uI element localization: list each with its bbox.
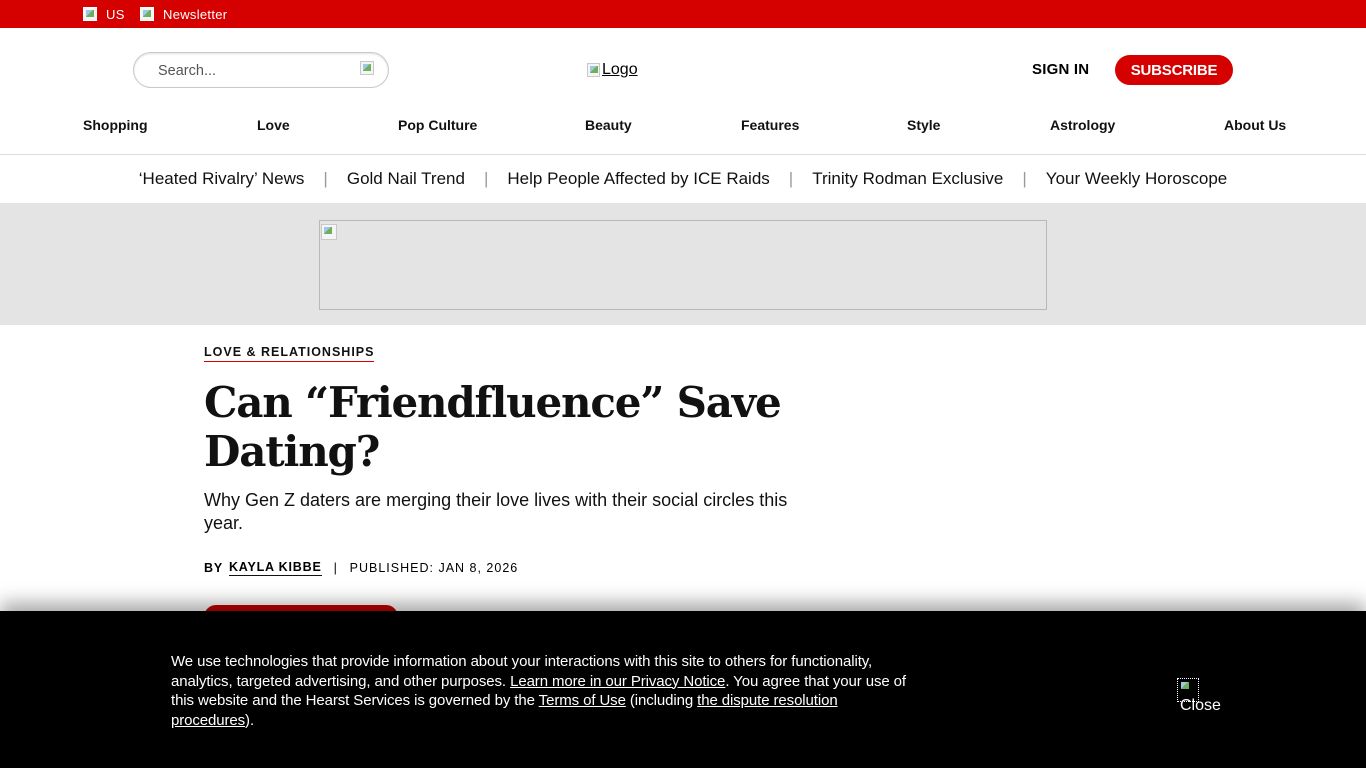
trending-separator: |: [788, 169, 794, 188]
byline-prefix: BY: [204, 561, 223, 575]
terms-of-use-link[interactable]: Terms of Use: [539, 692, 626, 709]
nav-features[interactable]: Features: [741, 117, 799, 133]
publish-date: PUBLISHED: JAN 8, 2026: [349, 561, 519, 575]
trending-link[interactable]: Your Weekly Horoscope: [1046, 169, 1227, 189]
ad-image-icon: [321, 224, 337, 240]
trending-separator: |: [323, 169, 328, 188]
newsletter-link[interactable]: Newsletter: [140, 6, 227, 22]
byline-separator: |: [333, 561, 338, 575]
search-input[interactable]: [158, 61, 348, 81]
privacy-notice-link[interactable]: Learn more in our Privacy Notice: [510, 673, 725, 690]
edition-label: US: [106, 6, 125, 22]
nav-love[interactable]: Love: [257, 117, 290, 133]
sign-in-link[interactable]: SIGN IN: [1032, 61, 1089, 78]
trending-link[interactable]: Gold Nail Trend: [347, 169, 465, 189]
trending-separator: |: [483, 169, 489, 188]
cookie-text-part: ).: [245, 711, 255, 729]
edition-selector[interactable]: US: [83, 6, 125, 22]
trending-link[interactable]: Help People Affected by ICE Raids: [507, 169, 769, 189]
author-link[interactable]: KAYLA KIBBE: [228, 560, 322, 576]
nav-about-us[interactable]: About Us: [1224, 117, 1286, 133]
subscribe-button[interactable]: SUBSCRIBE: [1115, 55, 1233, 85]
ad-band: [0, 203, 1366, 325]
article-category[interactable]: LOVE & RELATIONSHIPS: [204, 345, 375, 362]
article-headline: Can “Friendfluence” Save Dating?: [204, 378, 782, 476]
cookie-consent-banner: We use technologies that provide informa…: [0, 611, 1366, 768]
trending-bar: ‘Heated Rivalry’ News | Gold Nail Trend …: [0, 155, 1366, 203]
cookie-text-part: (including: [625, 692, 698, 709]
logo-alt-text: Logo: [602, 61, 638, 78]
main-navigation: Shopping Love Pop Culture Beauty Feature…: [83, 117, 1286, 135]
top-utility-bar: US Newsletter: [0, 0, 1366, 28]
search-icon[interactable]: [360, 61, 374, 75]
cookie-notice-text: We use technologies that provide informa…: [171, 652, 911, 730]
search-box: [133, 52, 389, 88]
byline: BY KAYLA KIBBE | PUBLISHED: JAN 8, 2026: [204, 560, 518, 576]
close-label: Close: [1180, 697, 1221, 714]
nav-beauty[interactable]: Beauty: [585, 117, 632, 133]
cookie-close-button[interactable]: Close: [1177, 678, 1225, 718]
article-dek: Why Gen Z daters are merging their love …: [204, 490, 788, 533]
newsletter-icon: [140, 7, 154, 21]
logo-image-icon: [587, 63, 600, 77]
site-logo[interactable]: Logo: [587, 61, 638, 79]
nav-style[interactable]: Style: [907, 117, 940, 133]
trending-link[interactable]: Trinity Rodman Exclusive: [812, 169, 1003, 189]
trending-link[interactable]: ‘Heated Rivalry’ News: [139, 169, 305, 189]
newsletter-label: Newsletter: [163, 6, 228, 22]
nav-shopping[interactable]: Shopping: [83, 117, 148, 133]
flag-icon: [83, 7, 97, 21]
nav-astrology[interactable]: Astrology: [1050, 117, 1115, 133]
trending-separator: |: [1022, 169, 1027, 188]
ad-banner[interactable]: [319, 220, 1047, 310]
nav-pop-culture[interactable]: Pop Culture: [398, 117, 477, 133]
